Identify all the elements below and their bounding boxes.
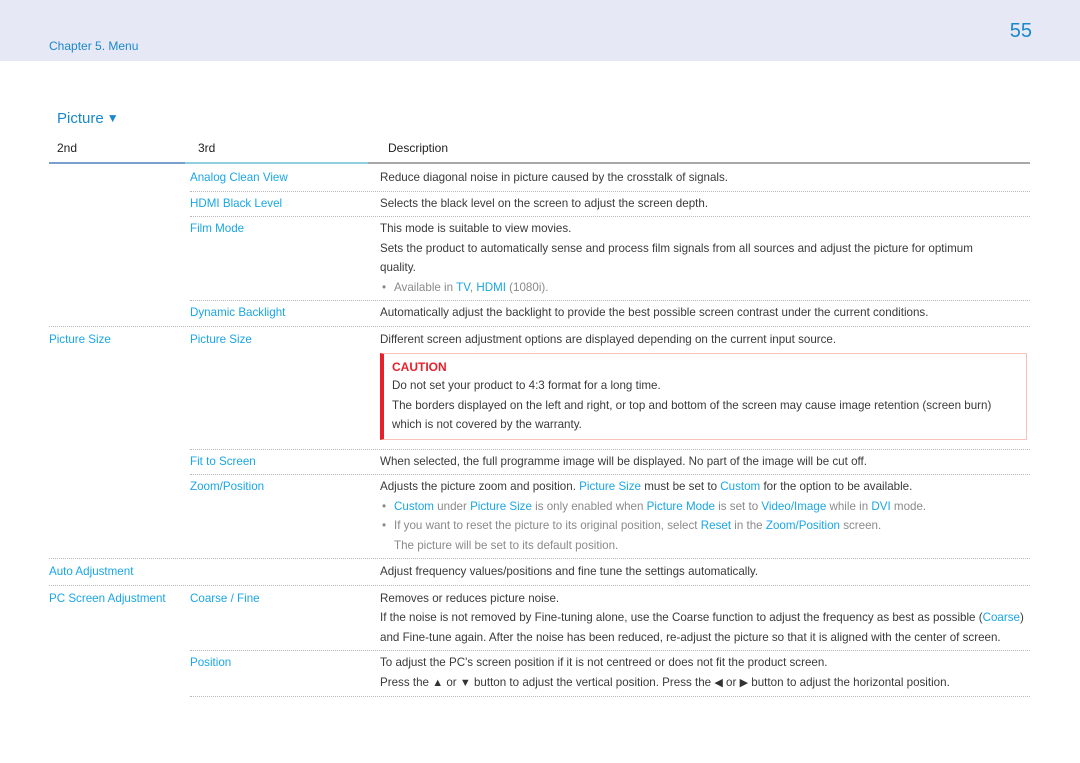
- row-separator: [190, 300, 1030, 301]
- table-row: Auto Adjustment Adjust frequency values/…: [49, 558, 1030, 585]
- link-custom[interactable]: Custom: [394, 500, 434, 513]
- row-description: Automatically adjust the backlight to pr…: [380, 306, 929, 319]
- link-coarse[interactable]: Coarse: [983, 611, 1020, 624]
- caution-box: CAUTION Do not set your product to 4:3 f…: [380, 353, 1027, 440]
- menu-link-zoom-position[interactable]: Zoom/Position: [190, 480, 264, 493]
- row-description: Removes or reduces picture noise.: [380, 591, 560, 605]
- table-row: HDMI Black Level Selects the black level…: [49, 190, 1030, 217]
- caution-text: Do not set your product to 4:3 format fo…: [392, 379, 661, 392]
- note-bullet: Available in TV, HDMI (1080i).: [380, 278, 1030, 298]
- arrow-down-icon: ▼: [459, 676, 471, 689]
- section-title-text: Picture: [57, 110, 104, 127]
- menu-link-picture-size[interactable]: Picture Size: [190, 333, 252, 346]
- menu-link-coarse-fine[interactable]: Coarse / Fine: [190, 592, 260, 605]
- table-row: Picture Size Picture Size Different scre…: [49, 325, 1030, 449]
- link-reset[interactable]: Reset: [701, 519, 731, 532]
- row-separator: [190, 216, 1030, 217]
- table-header: 2nd 3rd Description: [49, 138, 1030, 164]
- menu-link-position[interactable]: Position: [190, 656, 231, 669]
- menu-link-fit-to-screen[interactable]: Fit to Screen: [190, 455, 256, 468]
- link-picture-size[interactable]: Picture Size: [470, 500, 532, 513]
- note-bullet: If you want to reset the picture to its …: [380, 516, 1030, 536]
- row-description-detail: Sets the product to automatically sense …: [380, 241, 973, 275]
- arrow-left-icon: ◀: [714, 676, 723, 689]
- table-row: PC Screen Adjustment Coarse / Fine Remov…: [49, 584, 1030, 651]
- menu-link-hdmi-black-level[interactable]: HDMI Black Level: [190, 197, 282, 210]
- arrow-right-icon: ▶: [739, 676, 749, 689]
- row-description: When selected, the full programme image …: [380, 454, 867, 468]
- menu-link-picture-size-2nd[interactable]: Picture Size: [49, 333, 111, 346]
- table-row: Position To adjust the PC's screen posit…: [190, 650, 1030, 697]
- table-row: Dynamic Backlight Automatically adjust t…: [49, 300, 1030, 326]
- header-underline-description: [368, 162, 1030, 164]
- menu-link-analog-clean-view[interactable]: Analog Clean View: [190, 171, 288, 184]
- header-band: [0, 0, 1080, 61]
- table-row: Analog Clean View Reduce diagonal noise …: [49, 165, 1030, 191]
- link-video-image[interactable]: Video/Image: [761, 500, 826, 513]
- menu-table: 2nd 3rd Description Analog Clean View Re…: [49, 138, 1030, 697]
- row-description: Reduce diagonal noise in picture caused …: [380, 171, 729, 184]
- table-row: Fit to Screen When selected, the full pr…: [49, 448, 1030, 475]
- row-description-detail: Press the ▲ or ▼ button to adjust the ve…: [380, 675, 950, 689]
- row-description: Selects the black level on the screen to…: [380, 196, 709, 210]
- caution-text: The borders displayed on the left and ri…: [392, 398, 992, 432]
- menu-link-dynamic-backlight[interactable]: Dynamic Backlight: [190, 306, 285, 319]
- column-header-description: Description: [388, 141, 449, 155]
- row-separator: [190, 448, 1030, 450]
- note-bullet: Custom under Picture Size is only enable…: [380, 497, 1030, 517]
- menu-link-auto-adjustment[interactable]: Auto Adjustment: [49, 565, 133, 578]
- page-number: 55: [1009, 20, 1032, 42]
- row-separator: [190, 190, 1030, 192]
- link-picture-size[interactable]: Picture Size: [579, 480, 641, 493]
- caution-title: CAUTION: [392, 360, 447, 374]
- link-picture-mode[interactable]: Picture Mode: [647, 500, 715, 513]
- link-hdmi[interactable]: HDMI: [476, 281, 506, 294]
- row-description: Different screen adjustment options are …: [380, 332, 837, 346]
- header-underline-2nd: [49, 162, 185, 164]
- row-description: Adjust frequency values/positions and fi…: [380, 565, 759, 578]
- table-row: Film Mode This mode is suitable to view …: [49, 216, 1030, 300]
- menu-link-pc-screen-adjustment[interactable]: PC Screen Adjustment: [49, 592, 166, 605]
- header-underline-3rd: [185, 162, 368, 164]
- note-continuation: The picture will be set to its default p…: [394, 538, 619, 552]
- row-separator: [190, 650, 1030, 651]
- arrow-up-icon: ▲: [432, 676, 444, 689]
- link-custom[interactable]: Custom: [720, 480, 760, 493]
- table-row: Zoom/Position Adjusts the picture zoom a…: [49, 474, 1030, 558]
- row-description: Adjusts the picture zoom and position. P…: [380, 480, 913, 493]
- menu-link-film-mode[interactable]: Film Mode: [190, 222, 244, 235]
- chapter-label[interactable]: Chapter 5. Menu: [49, 39, 138, 53]
- link-zoom-position[interactable]: Zoom/Position: [766, 519, 840, 532]
- row-description-detail: If the noise is not removed by Fine-tuni…: [380, 611, 1024, 644]
- row-description: To adjust the PC's screen position if it…: [380, 656, 828, 669]
- row-separator: [190, 474, 1030, 475]
- column-header-3rd: 3rd: [198, 141, 216, 155]
- section-title: Picture ▼: [57, 110, 119, 127]
- column-header-2nd: 2nd: [57, 141, 78, 155]
- link-tv[interactable]: TV: [456, 281, 470, 294]
- triangle-down-icon: ▼: [106, 111, 119, 125]
- row-description: This mode is suitable to view movies.: [380, 222, 572, 235]
- link-dvi[interactable]: DVI: [871, 500, 890, 513]
